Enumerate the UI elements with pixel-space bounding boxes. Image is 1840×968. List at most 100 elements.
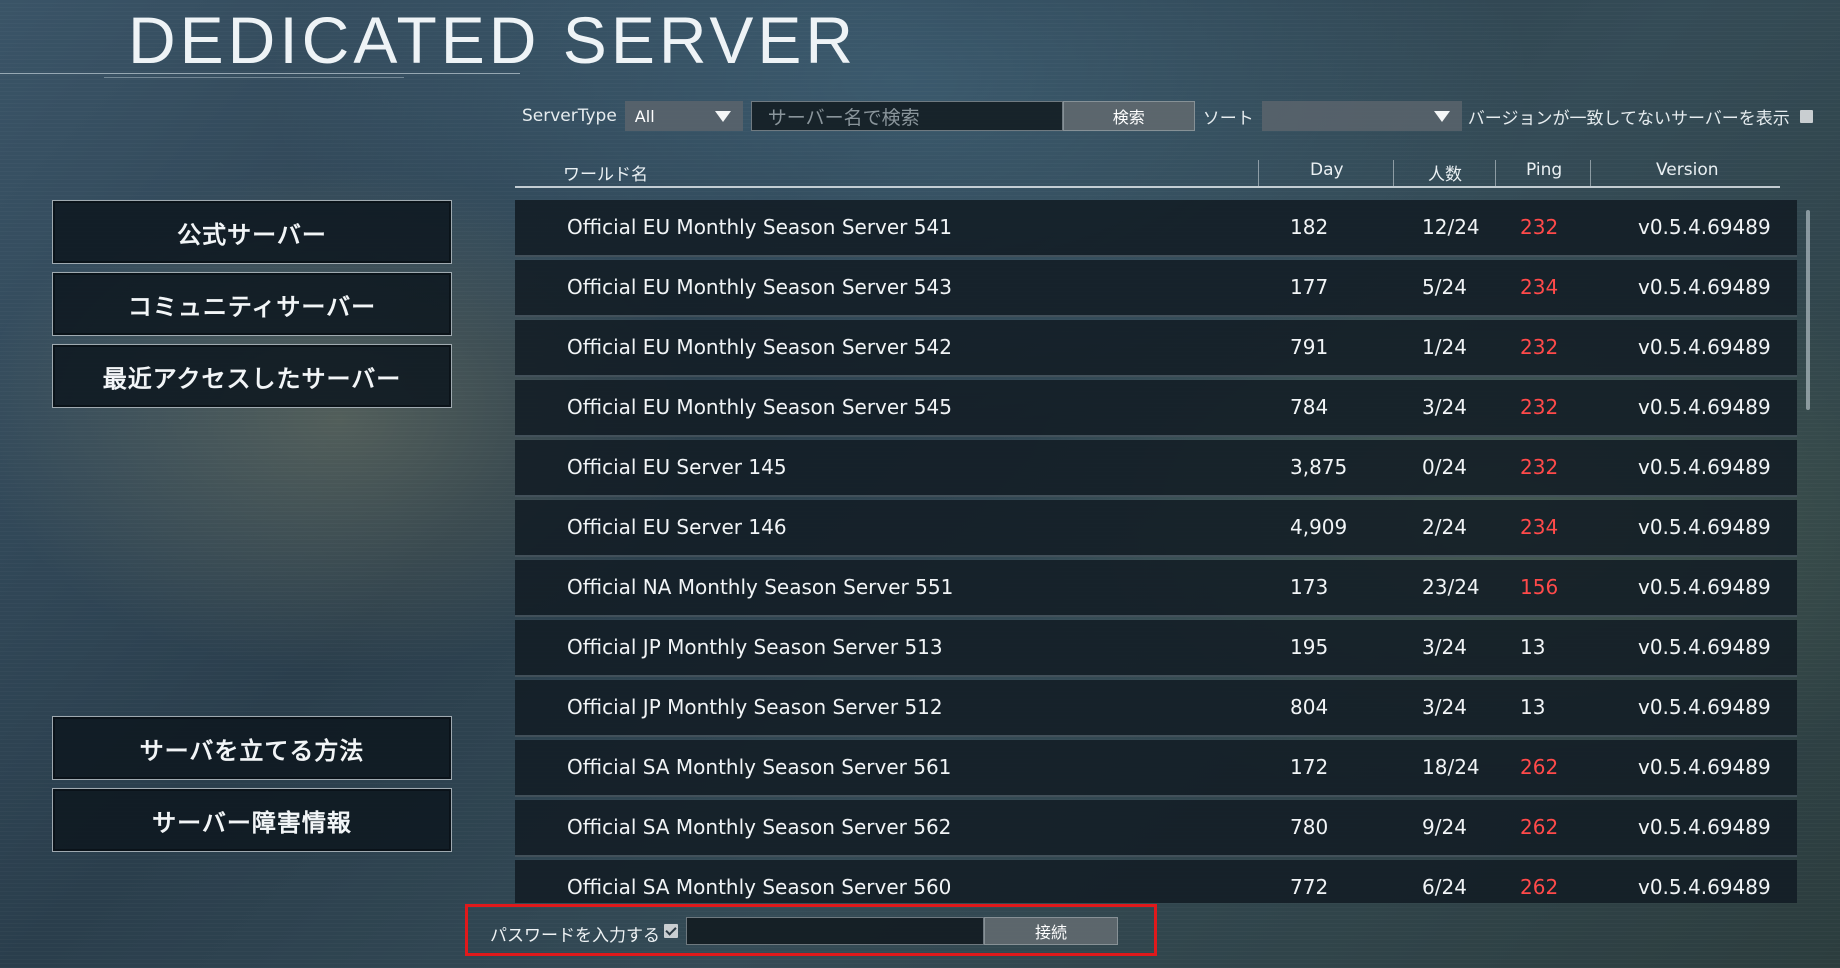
server-day: 182 — [1290, 215, 1329, 239]
server-row[interactable]: Official EU Server 145 3,875 0/24 232 v0.5.4… — [515, 440, 1797, 497]
server-day: 3,875 — [1290, 455, 1348, 479]
server-ping: 156 — [1520, 575, 1559, 599]
column-header-day[interactable]: Day — [1310, 160, 1344, 180]
nav-official-servers-button[interactable]: 公式サーバー — [52, 200, 452, 264]
nav-how-to-host-button[interactable]: サーバを立てる方法 — [52, 716, 452, 780]
server-version: v0.5.4.69489 — [1638, 635, 1771, 659]
server-ping: 232 — [1520, 215, 1559, 239]
server-row[interactable]: Official SA Monthly Season Server 562 780… — [515, 800, 1797, 857]
server-name: Official SA Monthly Season Server 562 — [567, 815, 952, 839]
server-name: Official NA Monthly Season Server 551 — [567, 575, 954, 599]
server-day: 177 — [1290, 275, 1329, 299]
server-row[interactable]: Official EU Server 146 4,909 2/24 234 v0.5.4… — [515, 500, 1797, 557]
search-button[interactable]: 検索 — [1062, 101, 1195, 131]
server-ping: 13 — [1520, 695, 1546, 719]
server-row[interactable]: Official JP Monthly Season Server 513 195… — [515, 620, 1797, 677]
server-table-header: ワールド名 Day 人数 Ping Version — [515, 154, 1780, 188]
password-label: パスワードを入力する — [490, 926, 660, 946]
server-day: 780 — [1290, 815, 1329, 839]
server-name: Official EU Monthly Season Server 541 — [567, 215, 952, 239]
server-ping: 232 — [1520, 395, 1559, 419]
server-row[interactable]: Official EU Monthly Season Server 541 182… — [515, 200, 1797, 257]
server-day: 804 — [1290, 695, 1329, 719]
server-name: Official SA Monthly Season Server 561 — [567, 755, 952, 779]
server-version: v0.5.4.69489 — [1638, 815, 1771, 839]
password-connect-panel: パスワードを入力する 接続 — [465, 904, 1157, 956]
server-players: 9/24 — [1422, 815, 1467, 839]
server-type-label: ServerType — [522, 106, 617, 126]
server-search-input[interactable]: サーバー名で検索 — [750, 101, 1063, 131]
server-row[interactable]: Official NA Monthly Season Server 551 173… — [515, 560, 1797, 617]
chevron-down-icon — [1433, 111, 1450, 122]
server-day: 772 — [1290, 875, 1329, 899]
server-version: v0.5.4.69489 — [1638, 455, 1771, 479]
server-row[interactable]: Official JP Monthly Season Server 512 804… — [515, 680, 1797, 737]
password-input[interactable] — [686, 917, 984, 945]
server-players: 0/24 — [1422, 455, 1467, 479]
server-list: Official EU Monthly Season Server 541 182… — [515, 200, 1797, 903]
server-day: 173 — [1290, 575, 1329, 599]
server-version: v0.5.4.69489 — [1638, 215, 1771, 239]
server-row[interactable]: Official EU Monthly Season Server 543 177… — [515, 260, 1797, 317]
sort-select[interactable] — [1261, 101, 1462, 131]
connect-button[interactable]: 接続 — [984, 917, 1118, 945]
server-name: Official JP Monthly Season Server 512 — [567, 695, 943, 719]
server-name: Official EU Monthly Season Server 542 — [567, 335, 952, 359]
column-divider — [1258, 160, 1259, 186]
server-row[interactable]: Official SA Monthly Season Server 560 772… — [515, 860, 1797, 903]
nav-server-outage-info-button[interactable]: サーバー障害情報 — [52, 788, 452, 852]
column-divider — [1393, 160, 1394, 186]
server-day: 172 — [1290, 755, 1329, 779]
nav-community-servers-button[interactable]: コミュニティサーバー — [52, 272, 452, 336]
column-header-players[interactable]: 人数 — [1428, 160, 1462, 185]
server-players: 3/24 — [1422, 395, 1467, 419]
server-name: Official EU Monthly Season Server 545 — [567, 395, 952, 419]
server-players: 2/24 — [1422, 515, 1467, 539]
server-version: v0.5.4.69489 — [1638, 395, 1771, 419]
show-mismatch-label: バージョンが一致してないサーバーを表示 — [1467, 108, 1790, 129]
column-header-world-name[interactable]: ワールド名 — [563, 160, 648, 185]
server-version: v0.5.4.69489 — [1638, 695, 1771, 719]
server-players: 6/24 — [1422, 875, 1467, 899]
password-checkbox[interactable] — [664, 924, 678, 938]
show-mismatch-checkbox[interactable] — [1799, 109, 1813, 123]
server-ping: 262 — [1520, 815, 1559, 839]
server-version: v0.5.4.69489 — [1638, 515, 1771, 539]
nav-recent-servers-button[interactable]: 最近アクセスしたサーバー — [52, 344, 452, 408]
column-divider — [1590, 160, 1591, 186]
server-list-scrollbar[interactable] — [1806, 210, 1810, 410]
server-ping: 234 — [1520, 515, 1559, 539]
column-header-version[interactable]: Version — [1656, 160, 1719, 180]
server-players: 1/24 — [1422, 335, 1467, 359]
server-row[interactable]: Official SA Monthly Season Server 561 172… — [515, 740, 1797, 797]
server-name: Official SA Monthly Season Server 560 — [567, 875, 952, 899]
server-players: 23/24 — [1422, 575, 1480, 599]
server-version: v0.5.4.69489 — [1638, 875, 1771, 899]
server-players: 5/24 — [1422, 275, 1467, 299]
server-ping: 13 — [1520, 635, 1546, 659]
column-header-ping[interactable]: Ping — [1526, 160, 1562, 180]
server-type-select[interactable]: All — [624, 101, 743, 131]
server-players: 18/24 — [1422, 755, 1480, 779]
server-ping: 262 — [1520, 755, 1559, 779]
server-row[interactable]: Official EU Monthly Season Server 545 784… — [515, 380, 1797, 437]
filter-bar: ServerType All サーバー名で検索 検索 ソート バージョンが一致し… — [522, 100, 1813, 132]
server-version: v0.5.4.69489 — [1638, 275, 1771, 299]
server-players: 3/24 — [1422, 695, 1467, 719]
sort-label: ソート — [1202, 108, 1254, 129]
server-version: v0.5.4.69489 — [1638, 755, 1771, 779]
server-ping: 262 — [1520, 875, 1559, 899]
server-row[interactable]: Official EU Monthly Season Server 542 791… — [515, 320, 1797, 377]
chevron-down-icon — [714, 111, 731, 122]
server-ping: 232 — [1520, 335, 1559, 359]
server-day: 791 — [1290, 335, 1329, 359]
server-name: Official EU Monthly Season Server 543 — [567, 275, 952, 299]
server-version: v0.5.4.69489 — [1638, 575, 1771, 599]
server-name: Official EU Server 146 — [567, 515, 787, 539]
page-title: DEDICATED SERVER — [128, 3, 858, 77]
server-type-value: All — [634, 106, 655, 126]
column-divider — [1495, 160, 1496, 186]
server-ping: 232 — [1520, 455, 1559, 479]
server-day: 784 — [1290, 395, 1329, 419]
server-name: Official EU Server 145 — [567, 455, 787, 479]
